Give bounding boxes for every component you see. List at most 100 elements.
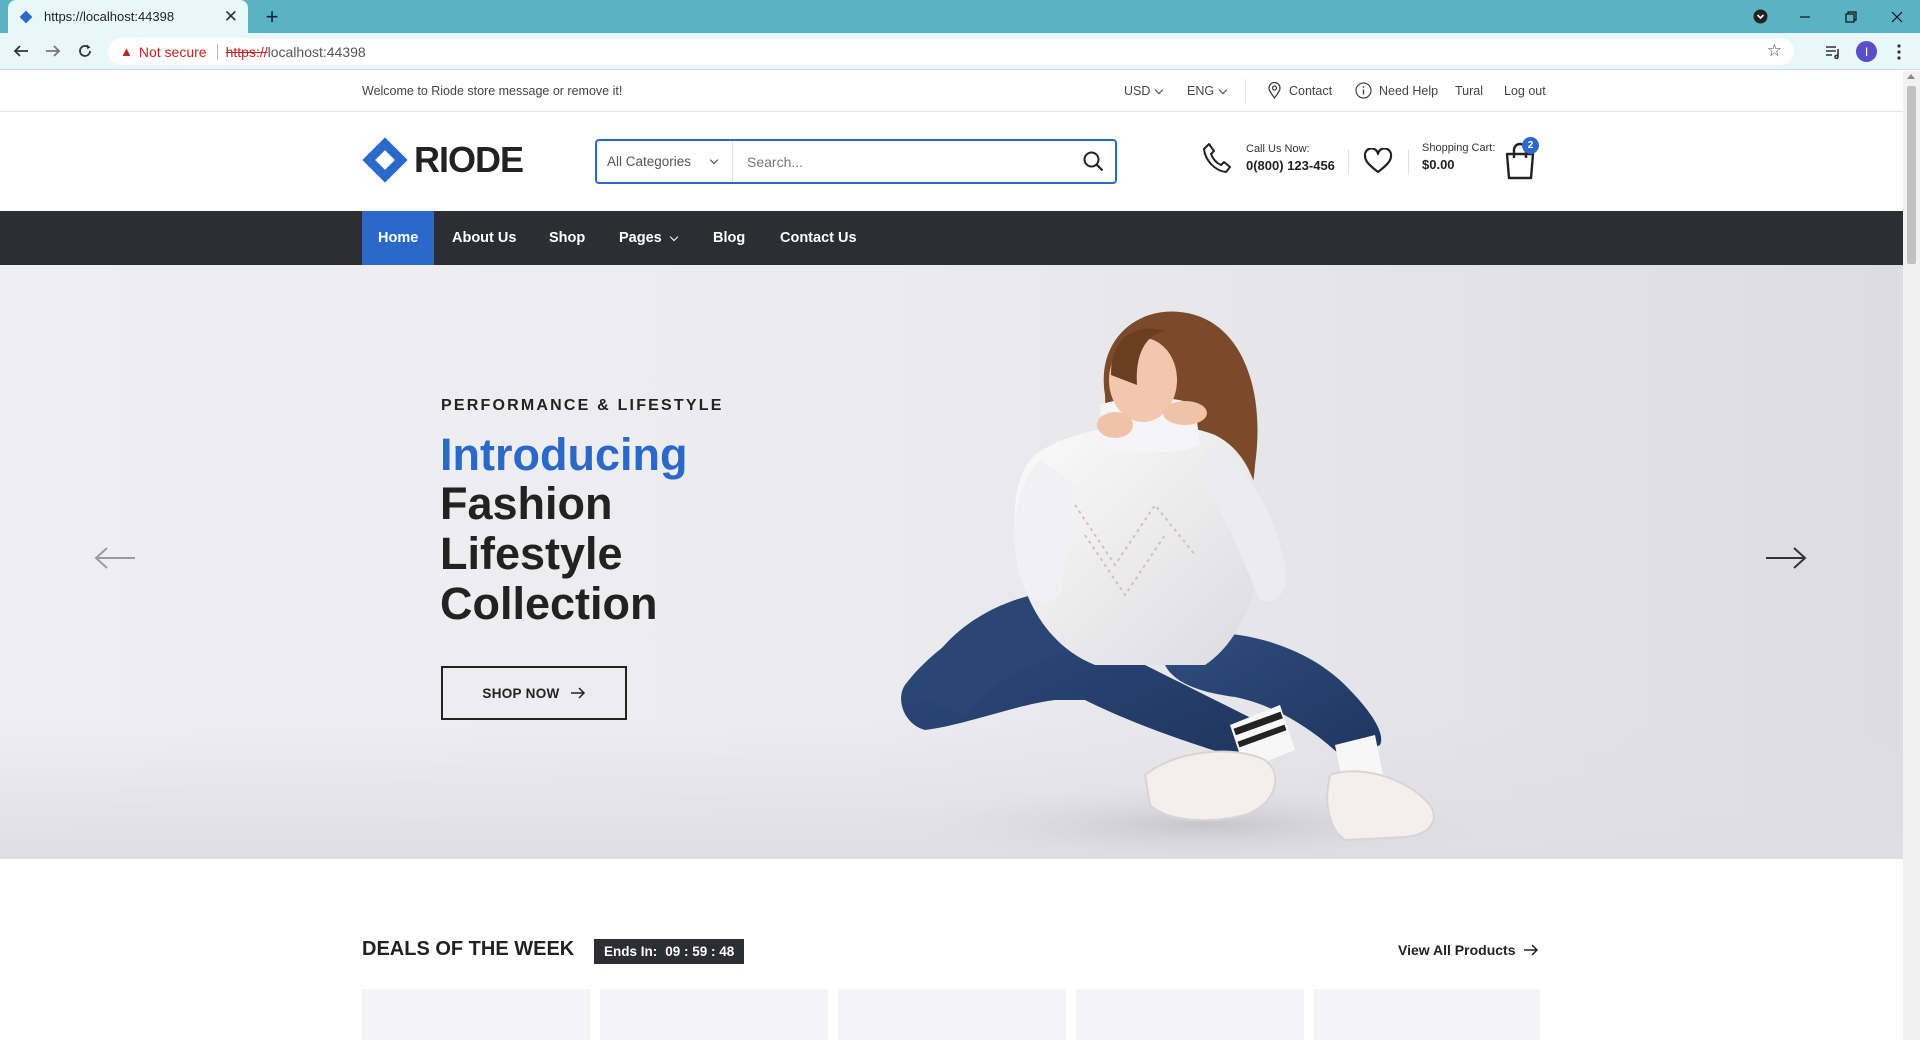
top-bar: Welcome to Riode store message or remove… [0, 71, 1903, 112]
url-scheme: https:// [225, 43, 268, 60]
arrow-right-icon [570, 687, 585, 699]
url-host: localhost:44398 [267, 43, 366, 60]
shop-now-button[interactable]: SHOP NOW [441, 666, 627, 720]
language-select[interactable]: ENG [1187, 84, 1228, 98]
search-bar: All Categories [595, 139, 1117, 184]
chevron-down-icon [1155, 85, 1164, 94]
profile-avatar[interactable]: I [1856, 41, 1877, 62]
nav-item-contact-us[interactable]: Contact Us [780, 211, 857, 265]
nav-item-home[interactable]: Home [362, 211, 435, 265]
browser-menu-icon[interactable] [1885, 38, 1913, 66]
logo-diamond-icon [362, 137, 408, 183]
product-card[interactable] [1314, 989, 1540, 1040]
nav-item-blog[interactable]: Blog [713, 211, 745, 265]
close-window-icon[interactable] [1874, 0, 1920, 33]
hero-intro-text: Introducing [440, 429, 688, 480]
omnibox-divider [216, 43, 218, 60]
deals-title: DEALS OF THE WEEK [362, 938, 575, 960]
nav-label: Blog [713, 230, 746, 246]
language-label: ENG [1187, 84, 1215, 98]
scroll-up-arrow-icon[interactable] [1907, 74, 1915, 79]
view-all-products-link[interactable]: View All Products [1398, 942, 1539, 958]
phone-icon [1203, 143, 1231, 173]
call-us-block[interactable]: Call Us Now: 0(800) 123-456 [1202, 142, 1335, 174]
help-label: Need Help [1379, 83, 1439, 98]
site-header: RIODE All Categories Call Us Now: 0(800)… [0, 112, 1903, 211]
view-all-label: View All Products [1398, 942, 1516, 958]
product-card[interactable] [838, 989, 1066, 1040]
arrow-right-icon [1524, 944, 1539, 956]
search-input[interactable] [733, 141, 1071, 182]
currency-label: USD [1124, 84, 1151, 98]
hero-model-image [901, 311, 1505, 859]
search-icon[interactable] [1071, 151, 1115, 172]
omnibox[interactable]: ▲ Not secure https:// localhost:44398 ☆ [108, 38, 1794, 65]
nav-item-pages[interactable]: Pages [619, 211, 678, 265]
category-select[interactable]: All Categories [597, 141, 733, 182]
shop-now-label: SHOP NOW [482, 685, 560, 701]
product-card[interactable] [362, 989, 590, 1040]
nav-label: Contact Us [780, 230, 857, 246]
hero-subtitle: PERFORMANCE & LIFESTYLE [441, 397, 724, 414]
cart-label: Shopping Cart: [1422, 142, 1496, 154]
product-card[interactable] [1076, 989, 1304, 1040]
info-icon [1355, 82, 1372, 99]
nav-item-shop[interactable]: Shop [549, 211, 585, 265]
topbar-divider [1245, 79, 1246, 103]
browser-tab[interactable]: https://localhost:44398 ✕ [8, 0, 248, 33]
cart-count-badge: 2 [1522, 137, 1539, 154]
deals-of-week-section: DEALS OF THE WEEK Ends In: 09 : 59 : 48 … [0, 859, 1903, 1040]
welcome-message: Welcome to Riode store message or remove… [362, 84, 623, 98]
hero-headline-line: Collection [440, 578, 658, 629]
call-label: Call Us Now: [1246, 143, 1310, 155]
scrollbar-thumb[interactable] [1907, 86, 1916, 264]
need-help-link[interactable]: Need Help [1355, 82, 1438, 99]
reload-icon[interactable] [70, 36, 100, 66]
slider-prev-arrow-icon[interactable] [94, 546, 136, 575]
site-logo[interactable]: RIODE [362, 137, 524, 183]
site-favicon-icon [18, 9, 34, 25]
warning-icon: ▲ [120, 44, 133, 59]
contact-link[interactable]: Contact [1268, 82, 1332, 99]
chevron-down-icon [1218, 85, 1228, 94]
chevron-down-icon [709, 155, 719, 165]
logo-text: RIODE [414, 139, 524, 180]
tab-title: https://localhost:44398 [44, 9, 175, 24]
ends-in-label: Ends In: [604, 944, 658, 959]
new-tab-plus-icon[interactable]: + [258, 3, 286, 31]
reading-list-icon[interactable] [1819, 38, 1847, 66]
restore-icon[interactable] [1828, 0, 1874, 33]
tab-search-icon[interactable] [1737, 0, 1783, 33]
slider-next-arrow-icon[interactable] [1765, 546, 1807, 575]
security-status[interactable]: Not secure [139, 44, 207, 60]
header-divider [1348, 149, 1349, 175]
map-pin-icon [1268, 82, 1281, 99]
hero-slider: PERFORMANCE & LIFESTYLE Introducing Fash… [0, 265, 1903, 859]
countdown-timer: 09 : 59 : 48 [665, 944, 735, 959]
countdown-badge: Ends In: 09 : 59 : 48 [594, 939, 745, 964]
heart-icon [1363, 147, 1393, 174]
minimize-icon[interactable] [1782, 0, 1828, 33]
hero-headline-line: Lifestyle [440, 528, 623, 579]
logout-link[interactable]: Log out [1504, 84, 1546, 98]
page-scrollbar[interactable] [1903, 71, 1920, 1040]
bookmark-star-icon[interactable]: ☆ [1767, 41, 1782, 61]
hero-headline: Fashion Lifestyle Collection [440, 479, 840, 629]
nav-label: About Us [452, 230, 517, 246]
web-page: Welcome to Riode store message or remove… [0, 71, 1903, 1040]
address-bar-row: ▲ Not secure https:// localhost:44398 ☆ … [0, 33, 1920, 70]
cart-total: $0.00 [1422, 157, 1455, 172]
header-divider [1408, 149, 1409, 175]
shopping-cart-summary[interactable]: Shopping Cart: $0.00 [1422, 142, 1495, 172]
main-navigation: Home About Us Shop Pages Blog Contact Us [0, 211, 1903, 265]
forward-arrow-icon[interactable] [38, 36, 68, 66]
nav-label: Pages [619, 230, 662, 246]
back-arrow-icon[interactable] [6, 36, 36, 66]
product-card[interactable] [600, 989, 828, 1040]
user-account-link[interactable]: Tural [1455, 84, 1483, 98]
nav-item-about-us[interactable]: About Us [452, 211, 516, 265]
hero-headline-line: Fashion [440, 478, 613, 529]
wishlist-button[interactable] [1363, 147, 1393, 179]
tab-close-icon[interactable]: ✕ [224, 7, 238, 27]
currency-select[interactable]: USD [1124, 84, 1164, 98]
